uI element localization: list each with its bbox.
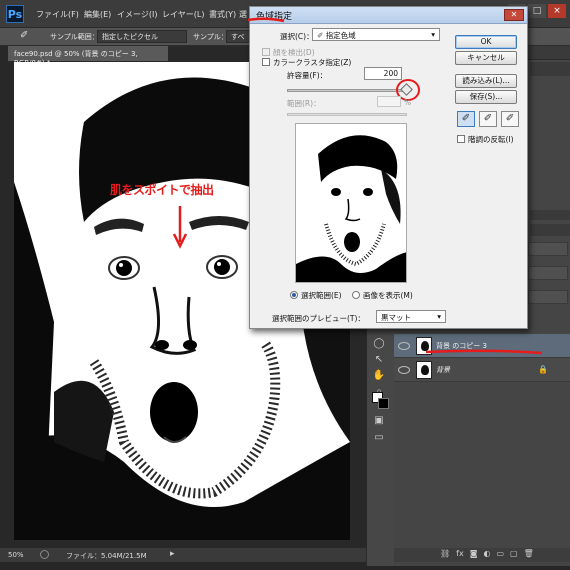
preview-face-image [296, 124, 406, 282]
select-dropdown[interactable]: ✐ 指定色域 ▾ [312, 28, 440, 41]
quick-mask-icon[interactable]: ▣ [370, 415, 388, 429]
range-slider-track [287, 113, 407, 116]
hand-icon[interactable]: ✋ [370, 370, 388, 384]
invert-checkbox[interactable] [457, 135, 465, 143]
fuzziness-label: 許容量(F)： [287, 71, 328, 80]
sample-label: サンプル： [193, 33, 228, 41]
new-layer-icon[interactable]: ▢ [510, 549, 518, 558]
panel-tab-layers[interactable] [530, 224, 570, 236]
blend-mode-select[interactable] [528, 242, 568, 256]
preview-mode-value: 黒マット [381, 313, 411, 322]
range-label: 範囲(R)： [287, 99, 321, 108]
preview-mode-label: 選択範囲のプレビュー(T)： [272, 314, 365, 323]
panel-trash-row [530, 210, 570, 220]
load-button[interactable]: 読み込み(L)... [455, 74, 517, 88]
eye-icon[interactable] [398, 365, 410, 374]
range-input [377, 96, 401, 107]
select-label: 選択(C)： [280, 32, 314, 41]
mask-icon[interactable]: ◙ [470, 549, 478, 558]
path-select-icon[interactable]: ↖ [370, 354, 388, 368]
radio-selection[interactable] [290, 291, 298, 299]
eyedropper-icon[interactable]: ✐ [20, 30, 28, 41]
fx-icon[interactable]: fx [456, 549, 464, 558]
menu-image[interactable]: イメージ(I) [117, 9, 157, 20]
close-icon[interactable]: × [548, 4, 566, 18]
preview-mode-select[interactable]: 黒マット ▾ [376, 310, 446, 323]
radio-selection-label: 選択範囲(E) [301, 291, 342, 300]
maximize-icon[interactable]: □ [528, 4, 546, 18]
adjustment-icon[interactable]: ◐ [483, 549, 490, 558]
chevron-down-icon: ▾ [437, 312, 441, 321]
sample-select[interactable]: すべて [226, 30, 250, 43]
annotation-text: 肌をスポイトで抽出 [110, 183, 214, 197]
layer-name: 背景 [436, 365, 450, 374]
layer-thumbnail [416, 360, 432, 379]
background-color-swatch[interactable] [378, 398, 389, 409]
folder-icon[interactable]: ▭ [496, 549, 504, 558]
opacity-field[interactable] [528, 266, 568, 280]
detect-faces-checkbox[interactable] [262, 48, 270, 56]
localized-clusters-checkbox[interactable] [262, 58, 270, 66]
range-unit: % [404, 98, 412, 107]
info-icon[interactable] [40, 550, 49, 559]
layers-footer-icons: ⛓ fx ◙ ◐ ▭ ▢ 🗑 [440, 549, 534, 558]
cancel-button[interactable]: キャンセル [455, 51, 517, 65]
annotation-arrow [172, 206, 188, 249]
eyedropper-icon[interactable]: ✐ [457, 111, 475, 127]
color-range-dialog: 色域指定 ✕ 選択(C)： ✐ 指定色域 ▾ 顔を検出(D) カラークラスタ指定… [249, 6, 528, 329]
radio-image[interactable] [352, 291, 360, 299]
fill-field[interactable] [528, 290, 568, 304]
status-arrow-icon[interactable]: ▸ [170, 549, 175, 559]
eyedropper-minus-icon[interactable]: ✐ [501, 111, 519, 127]
annotation-underline-layer [425, 349, 543, 355]
sample-size-label: サンプル範囲： [50, 33, 99, 41]
ok-button[interactable]: OK [455, 35, 517, 49]
status-bar [0, 548, 366, 562]
lasso-icon[interactable]: ◯ [370, 338, 388, 352]
eyedropper-small-icon: ✐ [317, 31, 324, 40]
screen-mode-icon[interactable]: ▭ [370, 432, 388, 446]
chevron-down-icon: ▾ [431, 30, 435, 39]
eyedropper-plus-icon[interactable]: ✐ [479, 111, 497, 127]
radio-image-label: 画像を表示(M) [363, 291, 413, 300]
lock-icon: 🔒 [538, 365, 548, 374]
selection-preview [295, 123, 407, 283]
layer-row[interactable]: 背景 🔒 [394, 358, 570, 382]
zoom-readout[interactable]: 50% [8, 551, 24, 559]
file-size: ファイル：5.04M/21.5M [66, 552, 147, 560]
annotation-underline-title [247, 17, 285, 23]
menu-type[interactable]: 書式(Y) [209, 9, 236, 20]
save-button[interactable]: 保存(S)... [455, 90, 517, 104]
dialog-close-icon[interactable]: ✕ [504, 9, 524, 21]
sample-size-select[interactable]: 指定したピクセル [97, 30, 187, 43]
document-tab[interactable]: face90.psd @ 50% (背景 のコピー 3, RGB/8#) * [8, 46, 168, 67]
localized-clusters-label: カラークラスタ指定(Z) [273, 58, 352, 67]
panel-minitab[interactable] [530, 62, 570, 76]
trash-icon[interactable]: 🗑 [524, 549, 534, 558]
link-icon[interactable]: ⛓ [440, 549, 450, 558]
select-dropdown-value: 指定色域 [325, 31, 356, 40]
menu-layer[interactable]: レイヤー(L) [162, 9, 204, 20]
fuzziness-slider-track[interactable] [287, 89, 407, 92]
invert-label: 階調の反転(I) [468, 135, 514, 144]
menu-edit[interactable]: 編集(E) [84, 9, 111, 20]
photoshop-logo: Ps [6, 5, 24, 23]
menu-file[interactable]: ファイル(F) [36, 9, 79, 20]
eye-icon[interactable] [398, 341, 410, 350]
